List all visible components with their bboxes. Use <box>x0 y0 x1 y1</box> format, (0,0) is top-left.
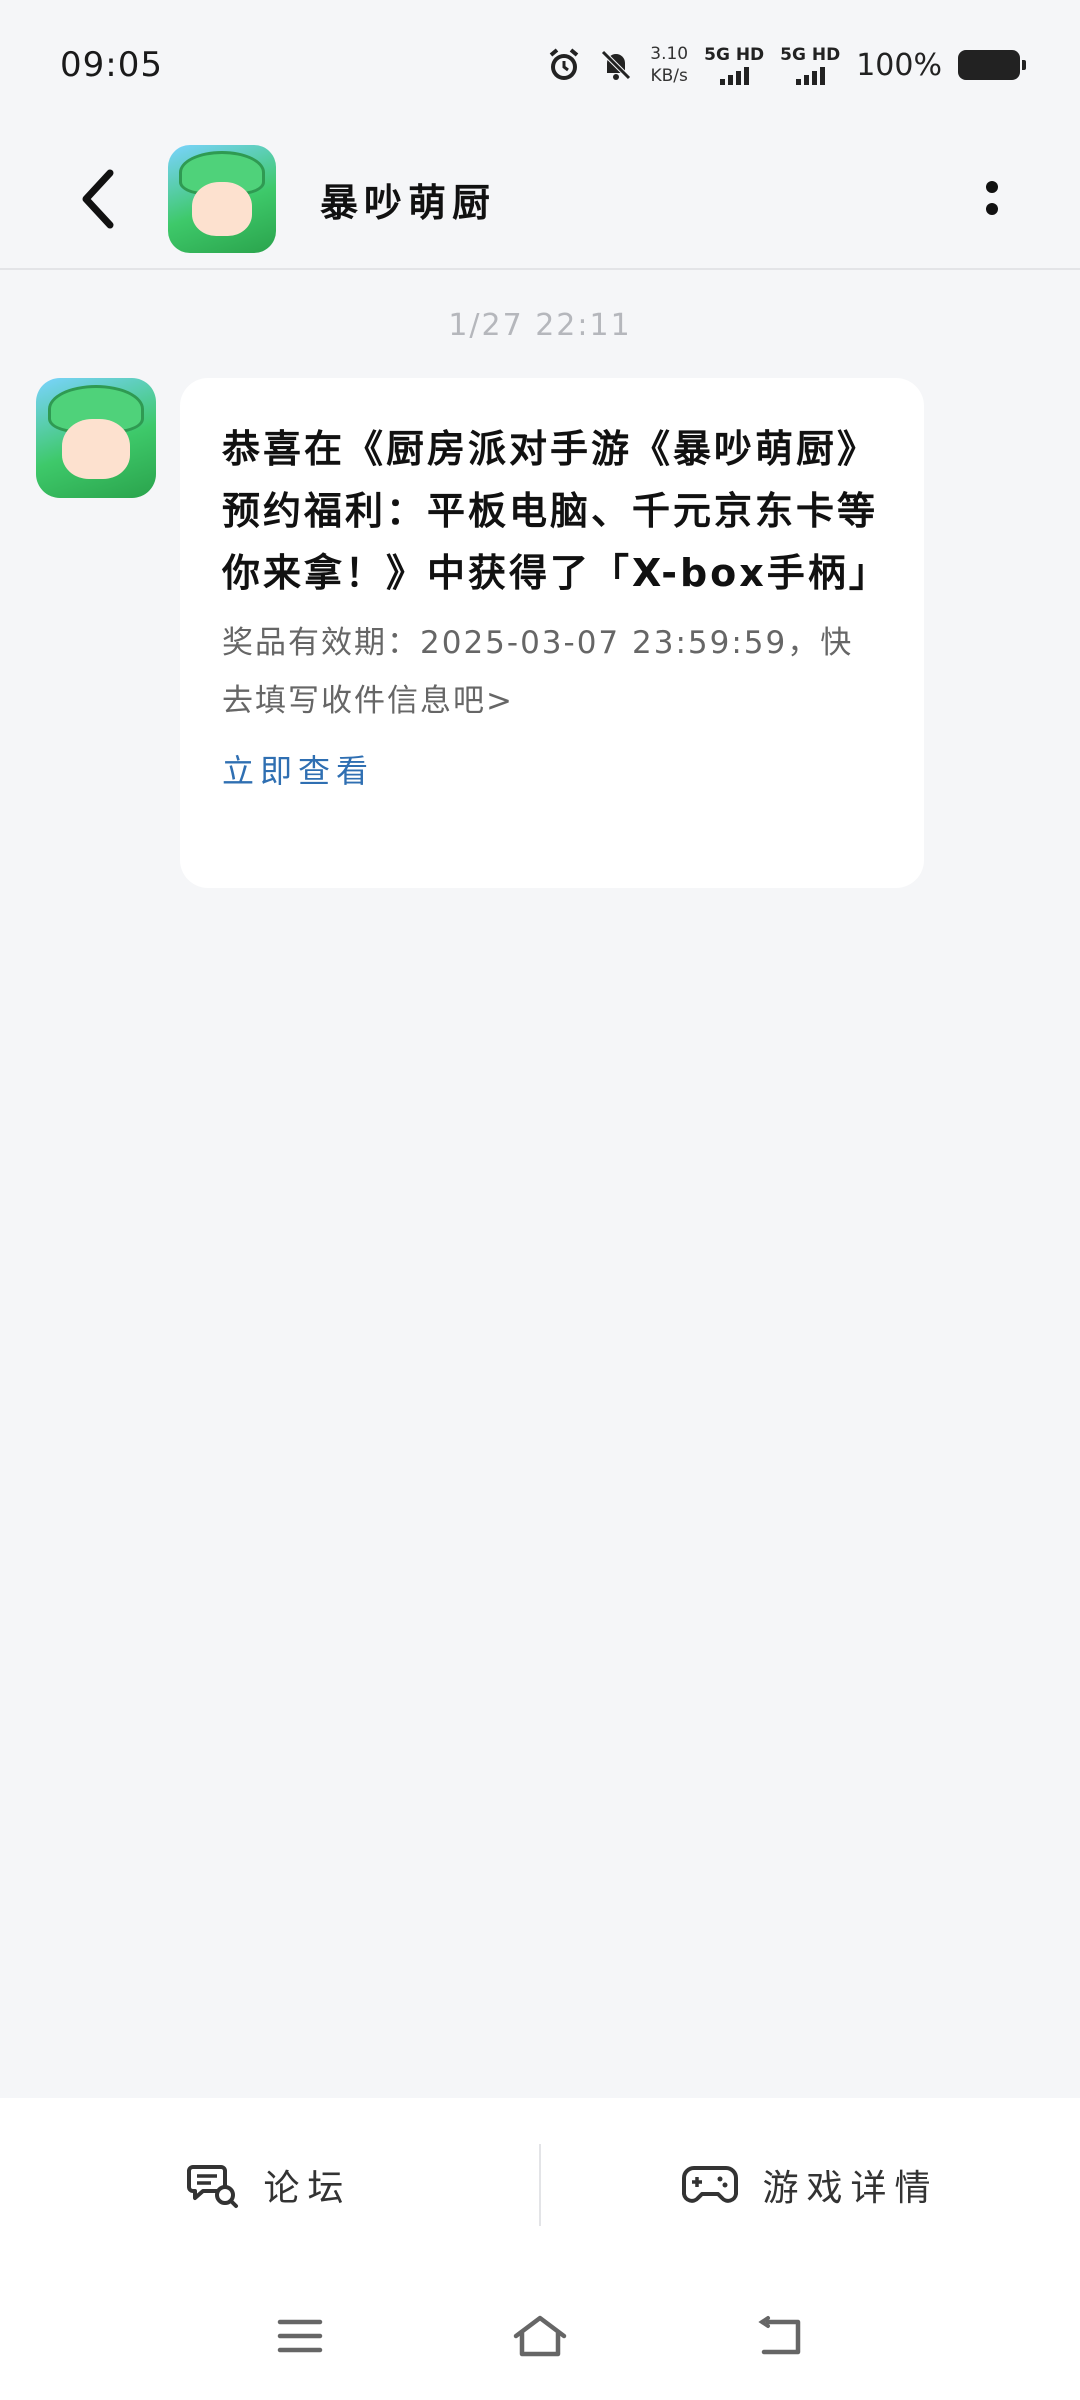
net-speed-unit: KB/s <box>650 66 688 86</box>
sim1-label: 5G HD <box>704 45 765 65</box>
game-detail-label: 游戏详情 <box>762 2168 939 2209</box>
back-arrow-icon <box>758 2316 801 2355</box>
message-description[interactable]: 奖品有效期：2025-03-07 23:59:59，快去填写收件信息吧> <box>222 614 882 730</box>
view-now-link[interactable]: 立即查看 <box>222 746 882 792</box>
forum-label: 论坛 <box>263 2168 352 2209</box>
mute-bell-icon <box>598 47 634 83</box>
message-bubble[interactable]: 恭喜在《厨房派对手游《暴吵萌厨》预约福利：平板电脑、千元京东卡等你来拿！》中获得… <box>180 378 924 888</box>
avatar-face <box>191 181 253 236</box>
bottom-action-bar: 论坛 游戏详情 <box>0 2098 1080 2272</box>
system-nav-bar <box>0 2272 1080 2400</box>
battery-percent: 100% <box>856 47 942 83</box>
back-nav-button[interactable] <box>730 2296 830 2376</box>
status-icons: 3.10 KB/s 5G HD 5G HD 100% <box>546 43 1026 87</box>
chat-title: 暴吵萌厨 <box>320 180 497 225</box>
chevron-left-icon <box>82 169 114 229</box>
game-avatar[interactable] <box>168 145 276 253</box>
signal-bars-icon <box>795 65 825 85</box>
avatar-face <box>62 418 130 479</box>
net-speed: 3.10 KB/s <box>650 43 688 87</box>
battery-icon <box>958 50 1026 80</box>
gamepad-icon <box>682 2166 739 2203</box>
signal-bars-icon <box>719 65 749 85</box>
alarm-icon <box>546 47 582 83</box>
more-options-button[interactable] <box>952 149 1032 249</box>
more-vertical-icon <box>986 181 998 215</box>
home-icon <box>513 2315 567 2357</box>
chat-header: 暴吵萌厨 <box>0 130 1080 270</box>
back-button[interactable] <box>48 149 148 249</box>
menu-icon <box>277 2319 323 2353</box>
message-timestamp: 1/27 22:11 <box>448 308 632 343</box>
forum-button[interactable]: 论坛 <box>0 2098 539 2272</box>
net-speed-value: 3.10 <box>650 44 689 64</box>
recents-button[interactable] <box>250 2296 350 2376</box>
sim2-label: 5G HD <box>780 45 841 65</box>
game-detail-button[interactable]: 游戏详情 <box>541 2098 1080 2272</box>
forum-chat-icon <box>187 2165 239 2208</box>
status-time: 09:05 <box>60 45 163 85</box>
message-title: 恭喜在《厨房派对手游《暴吵萌厨》预约福利：平板电脑、千元京东卡等你来拿！》中获得… <box>222 427 890 595</box>
signal-sim2: 5G HD <box>780 45 840 85</box>
signal-sim1: 5G HD <box>704 45 764 85</box>
home-button[interactable] <box>490 2296 590 2376</box>
status-bar: 09:05 3.10 KB/s 5G HD 5G HD 100% <box>0 0 1080 130</box>
sender-avatar[interactable] <box>36 378 156 498</box>
